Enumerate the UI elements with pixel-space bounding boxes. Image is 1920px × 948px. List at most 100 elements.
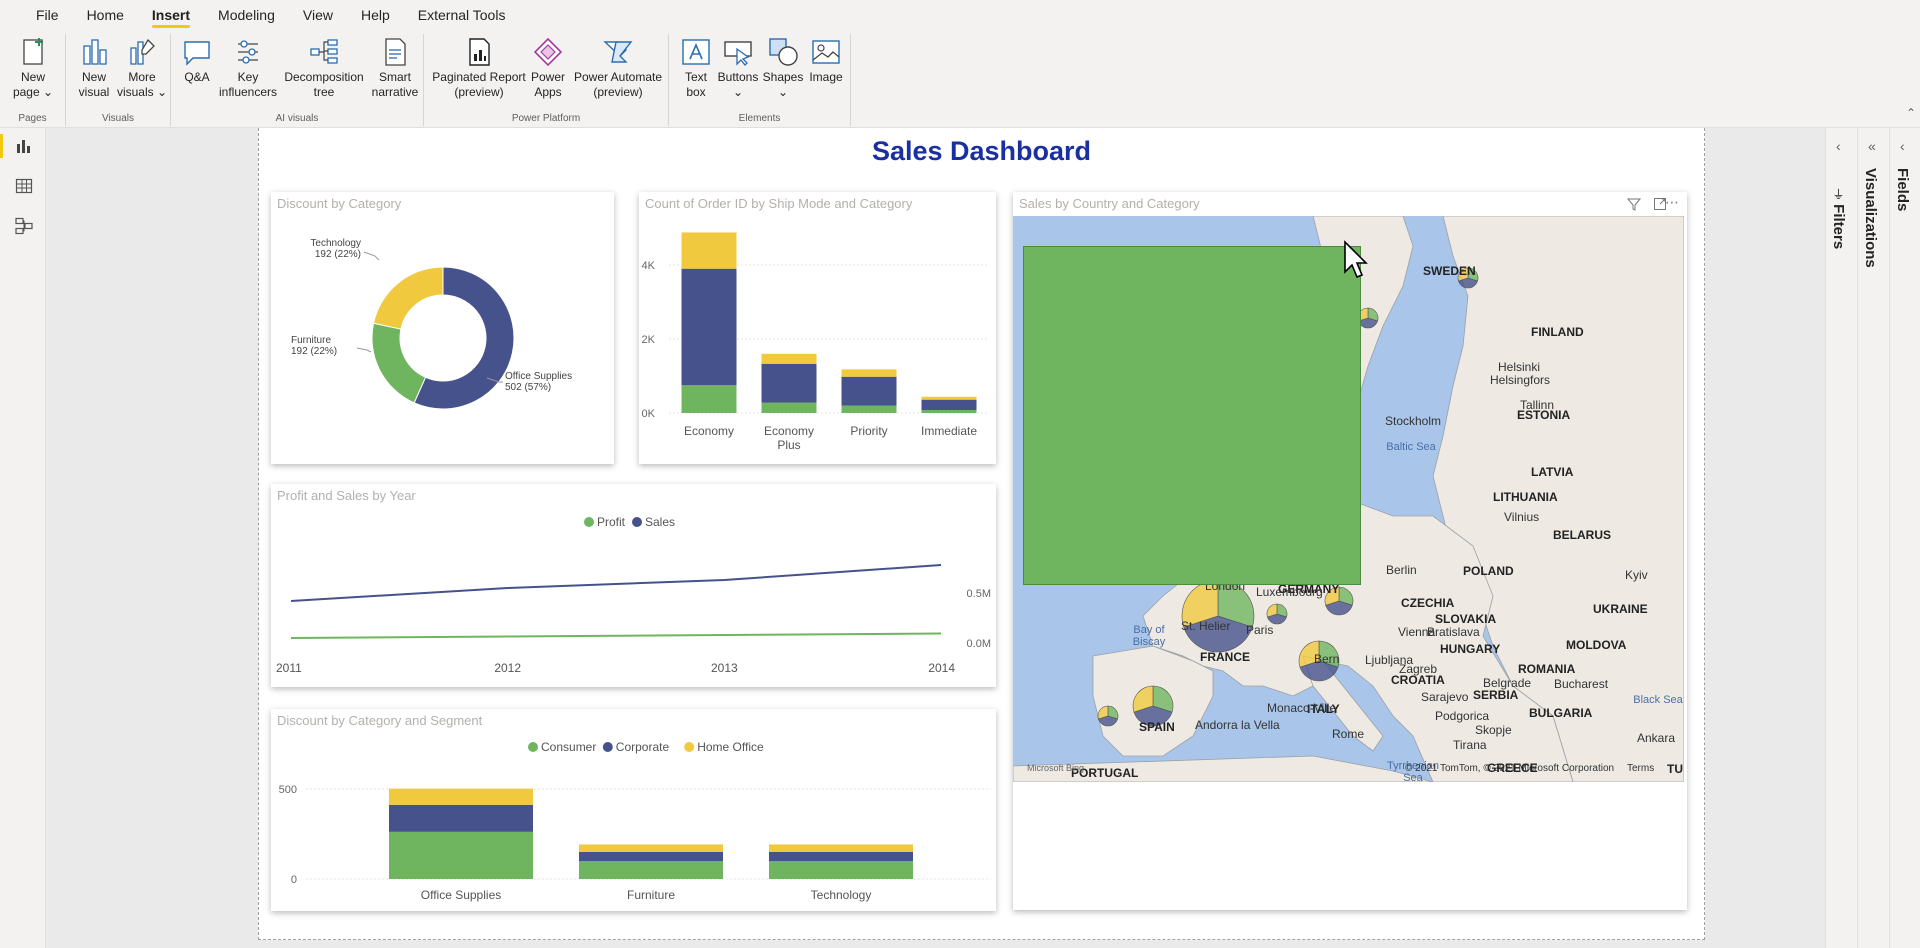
x-tick-label: Furniture bbox=[627, 888, 675, 902]
power-automate-label-1: Power Automate bbox=[573, 70, 663, 84]
new-page-button[interactable]: New page ⌄ bbox=[10, 36, 56, 100]
mouse-cursor-icon bbox=[1344, 240, 1368, 279]
new-visual-button[interactable]: New visual bbox=[72, 36, 116, 100]
chat-bubble-icon bbox=[181, 36, 213, 68]
paginated-report-button[interactable]: Paginated Report (preview) bbox=[432, 36, 526, 100]
bar-segment bbox=[841, 376, 897, 406]
y-tick-label: 0K bbox=[642, 408, 656, 420]
more-options-icon[interactable]: ⋯ bbox=[1665, 194, 1679, 211]
x-tick-label: Economy bbox=[684, 424, 734, 438]
map-city-label: Stockholm bbox=[1385, 414, 1442, 428]
group-label-power-platform: Power Platform bbox=[511, 113, 581, 124]
ribbon-group-power-platform: Paginated Report (preview) Power Apps Po… bbox=[424, 34, 669, 126]
filters-pane-label: ⏚ Filters bbox=[1830, 188, 1847, 249]
bar-segment bbox=[579, 861, 723, 879]
donut-value-label: 192 (22%) bbox=[291, 346, 337, 357]
tab-insert[interactable]: Insert bbox=[138, 0, 204, 30]
smart-narrative-label-1: Smart bbox=[378, 70, 411, 84]
map-city-label: Helsingfors bbox=[1490, 373, 1551, 387]
image-button[interactable]: Image bbox=[805, 36, 847, 85]
tab-external-tools[interactable]: External Tools bbox=[404, 0, 520, 30]
double-chevron-left-icon[interactable]: « bbox=[1868, 138, 1876, 154]
bar-segment bbox=[841, 369, 897, 377]
bar-segment bbox=[921, 399, 977, 411]
tab-modeling[interactable]: Modeling bbox=[204, 0, 289, 30]
ribbon: New page ⌄ Pages New visual More visuals… bbox=[0, 30, 1920, 128]
map-attribution: © 2021 TomTom, © 2021 Microsoft Corporat… bbox=[1405, 763, 1615, 774]
buttons-label: Buttons bbox=[717, 70, 759, 84]
donut-value-label: 192 (22%) bbox=[315, 249, 361, 260]
tab-file[interactable]: File bbox=[22, 0, 73, 30]
more-visuals-icon bbox=[126, 36, 158, 68]
x-tick-label: Office Supplies bbox=[421, 888, 502, 902]
legend-label: Sales bbox=[645, 515, 675, 529]
tab-help[interactable]: Help bbox=[347, 0, 404, 30]
group-label-ai-visuals: AI visuals bbox=[275, 113, 319, 124]
chevron-down-icon: ⌄ bbox=[153, 85, 168, 99]
x-tick-label: 2014 bbox=[928, 661, 955, 675]
power-automate-icon bbox=[602, 36, 634, 68]
bing-logo: Microsoft Bing bbox=[1027, 763, 1085, 773]
ship-mode-chart-visual[interactable]: Count of Order ID by Ship Mode and Categ… bbox=[639, 192, 996, 464]
legend-label: Consumer bbox=[541, 740, 596, 754]
new-page-label-2: page bbox=[12, 85, 40, 99]
new-page-label-1: New bbox=[20, 70, 45, 84]
donut-label: Furniture bbox=[291, 335, 331, 346]
filters-pane-collapsed[interactable]: ‹ ⏚ Filters bbox=[1826, 128, 1858, 948]
collapse-ribbon-icon[interactable]: ⌃ bbox=[1906, 106, 1916, 120]
power-automate-button[interactable]: Power Automate (preview) bbox=[570, 36, 666, 100]
report-view-icon[interactable] bbox=[0, 134, 34, 158]
text-box-label-2: box bbox=[686, 85, 706, 99]
data-view-icon[interactable] bbox=[14, 176, 34, 196]
chevron-left-icon[interactable]: ‹ bbox=[1900, 138, 1905, 154]
donut-slice bbox=[372, 266, 444, 330]
green-rectangle-shape[interactable] bbox=[1023, 246, 1361, 585]
qa-button[interactable]: Q&A bbox=[177, 36, 217, 85]
visual-title: Sales by Country and Category bbox=[1019, 196, 1200, 211]
map-city-label: TU bbox=[1667, 762, 1683, 776]
smart-narrative-label-2: narrative bbox=[371, 85, 419, 99]
tab-view[interactable]: View bbox=[289, 0, 347, 30]
series-line bbox=[290, 564, 942, 602]
map-sea-label: Baltic Sea bbox=[1386, 441, 1436, 453]
legend-marker bbox=[684, 742, 695, 752]
bar-segment bbox=[769, 844, 913, 852]
text-box-label-1: Text bbox=[684, 70, 707, 84]
fields-pane-collapsed[interactable]: ‹ Fields bbox=[1890, 128, 1920, 948]
chevron-left-icon[interactable]: ‹ bbox=[1836, 138, 1841, 154]
map-city-label: Luxembourg bbox=[1256, 585, 1323, 599]
map-country-label: LITHUANIA bbox=[1493, 490, 1558, 504]
model-view-icon[interactable] bbox=[14, 216, 34, 236]
donut-chart-visual[interactable]: Discount by Category Office Supplies 502 … bbox=[271, 192, 614, 464]
donut-label: Technology bbox=[310, 238, 361, 249]
buttons-button[interactable]: Buttons ⌄ bbox=[715, 36, 761, 100]
more-visuals-button[interactable]: More visuals ⌄ bbox=[116, 36, 168, 100]
segment-chart-visual[interactable]: Discount by Category and Segment Consume… bbox=[271, 709, 996, 911]
qa-label: Q&A bbox=[184, 70, 210, 84]
power-apps-button[interactable]: Power Apps bbox=[526, 36, 570, 100]
map-city-label: Kyiv bbox=[1625, 568, 1648, 582]
line-chart-visual[interactable]: Profit and Sales by Year Profit Sales 0.0M… bbox=[271, 484, 996, 687]
map-city-label: Rome bbox=[1332, 727, 1365, 741]
bar-segment bbox=[761, 402, 817, 413]
map-city-label: Vilnius bbox=[1504, 510, 1540, 524]
tab-home[interactable]: Home bbox=[73, 0, 138, 30]
power-apps-label-1: Power bbox=[530, 70, 565, 84]
smart-narrative-button[interactable]: Smart narrative bbox=[367, 36, 423, 100]
shapes-button[interactable]: Shapes ⌄ bbox=[761, 36, 805, 100]
power-automate-label-2: (preview) bbox=[593, 85, 643, 99]
map-city-label: Skopje bbox=[1475, 723, 1512, 737]
bar-segment bbox=[389, 804, 533, 832]
key-influencers-label-2: influencers bbox=[218, 85, 278, 99]
text-box-button[interactable]: Text box bbox=[677, 36, 715, 100]
map-country-label: BELARUS bbox=[1553, 528, 1612, 542]
power-apps-label-2: Apps bbox=[534, 85, 562, 99]
key-influencers-button[interactable]: Key influencers bbox=[217, 36, 279, 100]
key-influencers-icon bbox=[232, 36, 264, 68]
visualizations-pane-collapsed[interactable]: « Visualizations bbox=[1858, 128, 1890, 948]
y-tick-label: 0 bbox=[291, 874, 297, 886]
decomposition-tree-button[interactable]: Decomposition tree bbox=[279, 36, 369, 100]
right-panes: ‹ ⏚ Filters « Visualizations ‹ Fields bbox=[1825, 128, 1920, 948]
power-apps-icon bbox=[532, 36, 564, 68]
group-label-pages: Pages bbox=[18, 113, 47, 124]
